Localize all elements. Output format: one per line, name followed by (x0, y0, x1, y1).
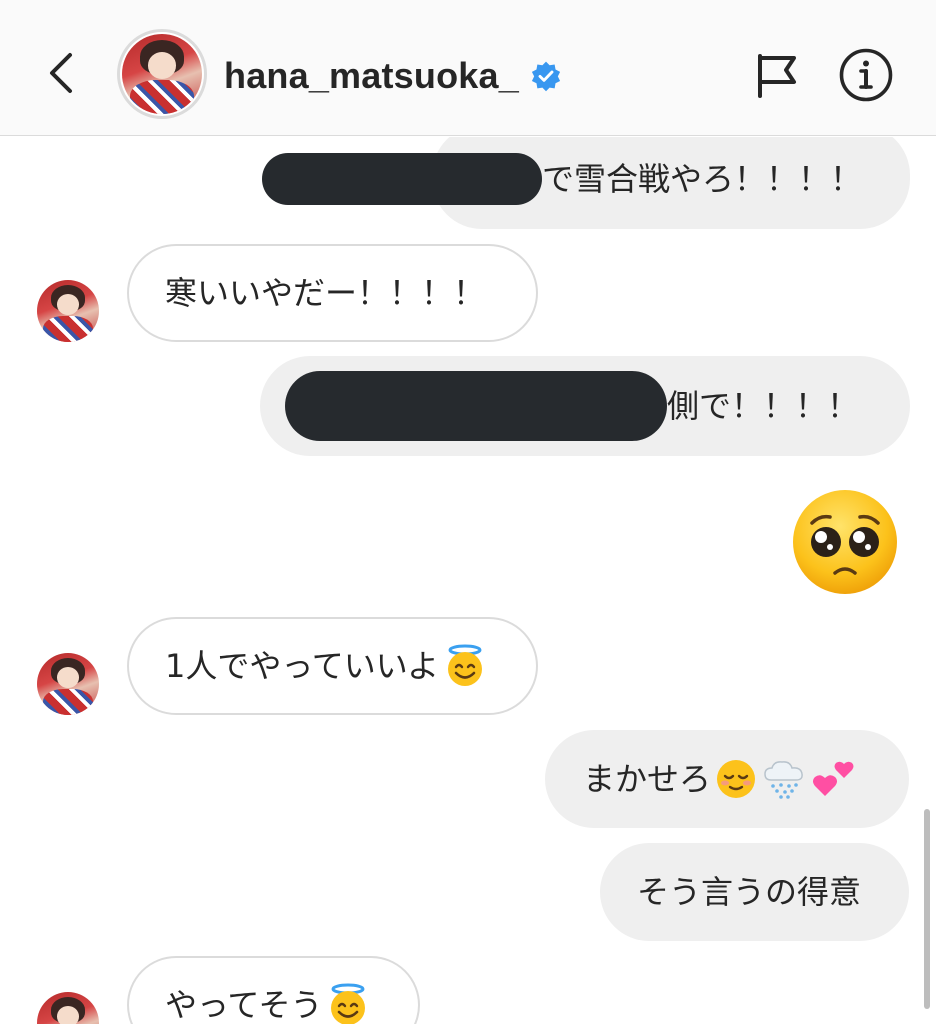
message-thread[interactable]: で雪合戦やろ！！！！ 寒いいやだー！！！！ 側で！！！！ 1人でやっていいよ ま… (0, 137, 936, 1024)
verified-badge-icon (531, 61, 561, 92)
redacted-text (285, 371, 667, 441)
conversation-header: hana_matsuoka_ (0, 0, 936, 136)
relieved-face-emoji (717, 760, 756, 798)
smiling-face-with-halo-emoji (448, 644, 483, 686)
profile-avatar[interactable] (117, 29, 207, 119)
redacted-text (262, 153, 542, 205)
back-icon (50, 53, 72, 93)
sender-avatar[interactable] (37, 280, 99, 342)
message-text: やってそう (165, 986, 323, 1024)
avatar-image (122, 34, 202, 114)
username[interactable]: hana_matsuoka_ (224, 54, 519, 98)
incoming-message[interactable]: 寒いいやだー！！！！ (127, 244, 538, 342)
incoming-message[interactable]: 1人でやっていいよ (127, 617, 538, 715)
cloud-with-snow-emoji (764, 761, 803, 799)
flag-icon[interactable] (752, 50, 800, 100)
message-text: で雪合戦やろ！！！！ (542, 160, 863, 198)
outgoing-message[interactable]: そう言うの得意 (600, 843, 909, 941)
sender-avatar[interactable] (37, 992, 99, 1024)
message-text: そう言うの得意 (637, 873, 862, 911)
incoming-message[interactable]: やってそう (127, 956, 420, 1024)
message-text: 1人でやっていいよ (165, 647, 440, 685)
outgoing-message[interactable]: まかせろ (545, 730, 909, 828)
message-text: まかせろ (583, 760, 712, 798)
info-icon[interactable] (838, 47, 894, 103)
outgoing-message[interactable]: 側で！！！！ (260, 356, 910, 456)
sender-avatar[interactable] (37, 653, 99, 715)
smiling-face-with-halo-emoji (331, 983, 366, 1024)
scrollbar[interactable] (924, 809, 930, 1009)
message-text: 寒いいやだー！！！！ (165, 274, 486, 312)
back-button[interactable] (36, 48, 86, 98)
pleading-face-emoji[interactable] (790, 487, 900, 597)
message-text: 側で！！！！ (667, 387, 860, 425)
two-hearts-emoji (813, 761, 854, 796)
